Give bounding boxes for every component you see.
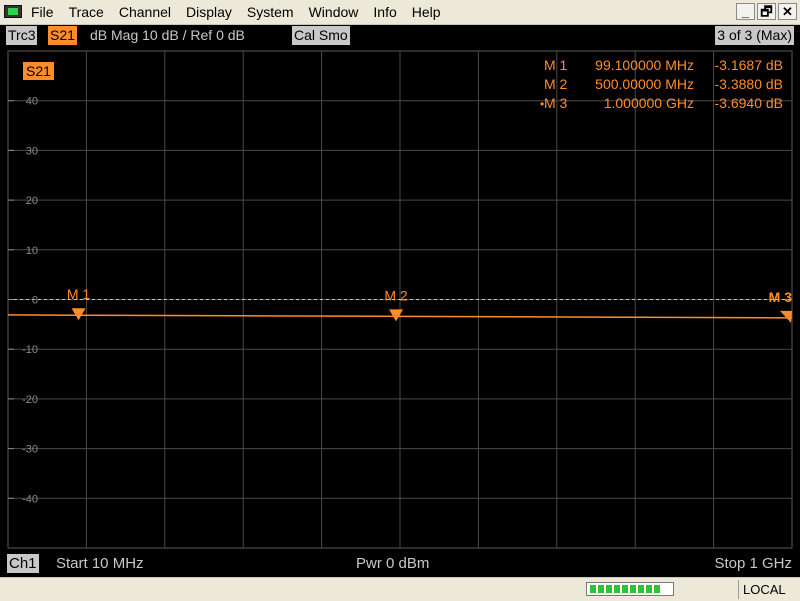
stop-frequency[interactable]: Stop 1 GHz <box>714 554 792 573</box>
marker-value: -3.1687 dB <box>715 57 784 73</box>
y-tick-label: -40 <box>22 493 38 505</box>
sweep-progress <box>586 582 674 596</box>
progress-segment <box>622 585 628 593</box>
y-tick-label: 40 <box>26 96 38 108</box>
marker-m3-label: M 3 <box>769 289 793 305</box>
marker-name: M 1 <box>544 57 568 73</box>
bottom-status-bar: LOCAL <box>0 577 800 601</box>
remote-mode-indicator: LOCAL <box>738 580 786 599</box>
channel-label[interactable]: Ch1 <box>7 554 39 573</box>
progress-segment <box>638 585 644 593</box>
marker-frequency: 99.100000 MHz <box>595 57 694 73</box>
status-bar: Ch1 Start 10 MHz Pwr 0 dBm Stop 1 GHz <box>0 550 800 576</box>
marker-m2-label: M 2 <box>384 287 408 303</box>
trace-diagram[interactable]: 40 30 20 10 0 -10 -20 -30 -40 M 1 M 2 M 3 M 1 99.10… <box>0 0 800 600</box>
y-tick-labels: 40 30 20 10 0 -10 -20 -30 -40 <box>8 96 38 505</box>
marker-m1-label: M 1 <box>67 286 91 302</box>
y-tick-label: 0 <box>32 295 38 307</box>
marker-readout: M 1 99.100000 MHz -3.1687 dB M 2 500.00000 M… <box>540 57 783 111</box>
y-tick-label: -30 <box>22 444 38 456</box>
marker-name: M 2 <box>544 76 568 92</box>
marker-m1-triangle <box>71 308 86 321</box>
marker-value: -3.3880 dB <box>715 76 784 92</box>
marker-name: M 3 <box>544 95 568 111</box>
progress-segment <box>590 585 596 593</box>
y-tick-label: 20 <box>26 195 38 207</box>
marker-value: -3.6940 dB <box>715 95 784 111</box>
marker-m2-triangle <box>389 309 404 322</box>
progress-segment <box>606 585 612 593</box>
start-frequency[interactable]: Start 10 MHz <box>56 554 144 573</box>
power-level[interactable]: Pwr 0 dBm <box>356 554 429 573</box>
marker-frequency: 500.00000 MHz <box>595 76 694 92</box>
marker-frequency: 1.000000 GHz <box>604 95 694 111</box>
progress-segment <box>630 585 636 593</box>
y-tick-label: 30 <box>26 145 38 157</box>
y-tick-label: -10 <box>22 344 38 356</box>
marker-m3-triangle <box>780 310 792 323</box>
progress-segment <box>598 585 604 593</box>
param-badge-label: S21 <box>26 63 51 79</box>
progress-segment <box>614 585 620 593</box>
progress-segment <box>646 585 652 593</box>
y-tick-label: 10 <box>26 245 38 257</box>
progress-segment <box>654 585 660 593</box>
y-tick-label: -20 <box>22 394 38 406</box>
